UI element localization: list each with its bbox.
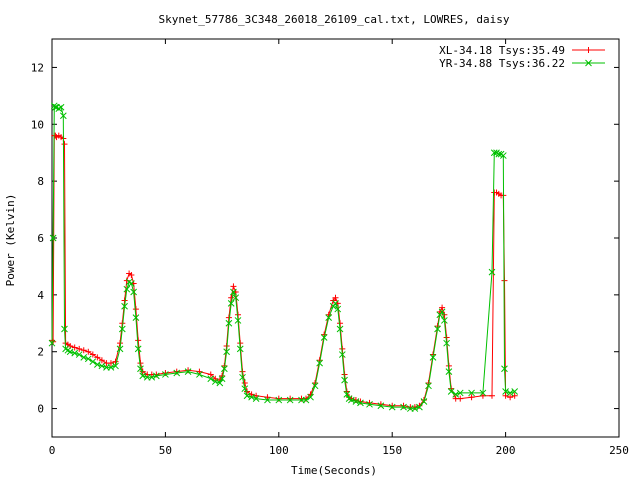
legend: XL-34.18 Tsys:35.49YR-34.88 Tsys:36.22 — [439, 44, 605, 70]
legend-label: XL-34.18 Tsys:35.49 — [439, 44, 565, 57]
series-line — [51, 135, 515, 408]
x-tick-label: 100 — [269, 444, 289, 457]
data-point — [241, 379, 248, 386]
data-point — [71, 349, 79, 357]
legend-label: YR-34.88 Tsys:36.22 — [439, 57, 565, 70]
chart-title: Skynet_57786_3C348_26018_26109_cal.txt, … — [159, 13, 510, 26]
series-line — [51, 104, 515, 410]
data-point — [585, 47, 592, 53]
x-tick-label: 0 — [49, 444, 56, 457]
x-tick-label: 150 — [382, 444, 402, 457]
series-1 — [49, 132, 518, 411]
data-point — [98, 362, 106, 370]
data-point — [230, 283, 237, 290]
chart: Skynet_57786_3C348_26018_26109_cal.txt, … — [4, 13, 629, 477]
plot-frame — [51, 38, 620, 438]
x-tick-label: 50 — [159, 444, 172, 457]
axis-ticks: 0 50 100 150 200 250 0 2 4 6 8 10 12 — [31, 39, 629, 457]
y-tick-label: 4 — [37, 289, 44, 302]
plot-border — [51, 38, 620, 438]
data-point — [132, 306, 139, 313]
y-tick-label: 0 — [37, 403, 44, 416]
y-tick-label: 12 — [31, 61, 44, 74]
y-tick-label: 2 — [37, 346, 44, 359]
y-axis-label: Power (Kelvin) — [4, 194, 17, 287]
data-point — [479, 392, 486, 399]
data-point — [488, 392, 495, 399]
x-tick-label: 200 — [496, 444, 516, 457]
y-tick-label: 8 — [37, 175, 44, 188]
y-tick-label: 10 — [31, 118, 44, 131]
data-point — [57, 103, 65, 111]
series-layer — [48, 102, 519, 412]
x-axis-label: Time(Seconds) — [291, 464, 377, 477]
data-point — [85, 348, 92, 355]
x-tick-label: 250 — [609, 444, 629, 457]
series-2 — [48, 102, 519, 412]
data-point — [61, 141, 68, 148]
y-tick-label: 6 — [37, 232, 44, 245]
